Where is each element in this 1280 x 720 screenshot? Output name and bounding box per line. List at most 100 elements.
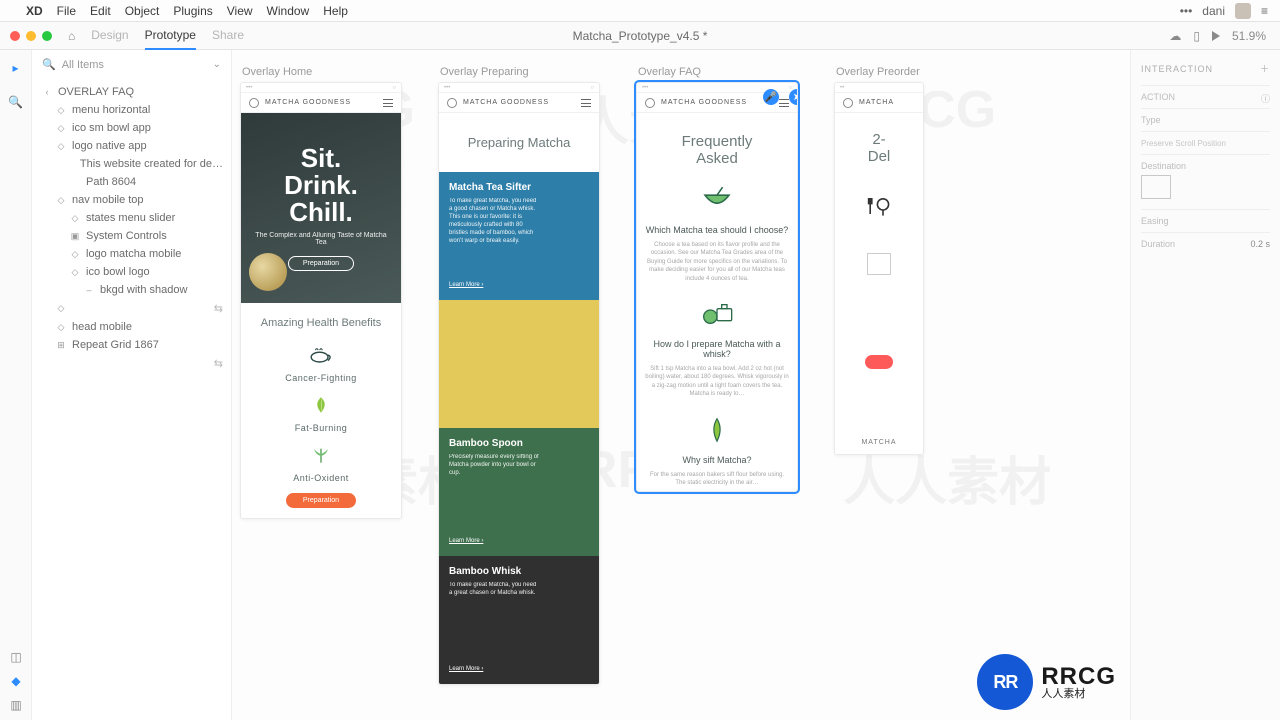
layer-row[interactable]: ◇states menu slider xyxy=(34,209,231,227)
artboard-home[interactable]: Overlay Home •••○ MATCHA GOODNESS Sit.Dr… xyxy=(240,66,402,704)
artboard-label[interactable]: Overlay Preorder xyxy=(836,66,920,78)
faq-item: Why sift Matcha? For the same reason bak… xyxy=(637,403,797,492)
layer-row[interactable]: ◇nav mobile top xyxy=(34,191,231,209)
page-heading: 2-Del xyxy=(835,113,923,171)
artboard-label[interactable]: Overlay FAQ xyxy=(638,66,701,78)
search-icon[interactable]: 🔍 xyxy=(42,58,56,71)
avatar[interactable] xyxy=(1235,3,1251,19)
info-card: Matcha Tea Sifter To make great Matcha, … xyxy=(439,172,599,300)
zoom-tool-icon[interactable]: 🔍 xyxy=(8,94,24,110)
layers-icon[interactable]: ◆ xyxy=(11,674,20,688)
zoom-level[interactable]: 51.9% xyxy=(1232,29,1266,43)
pointer-tool-icon[interactable]: ▸ xyxy=(8,60,24,76)
app-name[interactable]: XD xyxy=(26,4,43,18)
filter-label[interactable]: All Items xyxy=(62,59,104,71)
bottom-cta-button: Preparation xyxy=(286,493,356,508)
brand-text: MATCHA GOODNESS xyxy=(265,99,351,106)
tool-strip: ▸ 🔍 ◫ ◆ ▥ xyxy=(0,50,32,720)
home-icon[interactable]: ⌂ xyxy=(62,29,81,43)
layer-row[interactable]: –bkgd with shadow xyxy=(34,281,231,299)
hamburger-icon xyxy=(779,99,789,107)
traffic-lights[interactable] xyxy=(0,31,62,41)
info-card xyxy=(439,300,599,428)
document-title: Matcha_Prototype_v4.5 * xyxy=(573,29,708,43)
hamburger-icon xyxy=(581,99,591,107)
artboard-preparing[interactable]: Overlay Preparing •••○ MATCHA GOODNESS P… xyxy=(438,66,600,704)
chevron-down-icon[interactable]: ⌄ xyxy=(213,59,221,70)
menu-object[interactable]: Object xyxy=(125,4,160,18)
artboard-label[interactable]: Overlay Preparing xyxy=(440,66,529,78)
tab-design[interactable]: Design xyxy=(91,22,128,50)
menu-window[interactable]: Window xyxy=(267,4,310,18)
canvas[interactable]: RRCG人人素材RRCG人人素材RRCG人人素材 Overlay Home ••… xyxy=(232,50,1130,720)
faq-item: Which Matcha tea should I choose? Choose… xyxy=(637,173,797,287)
layer-row[interactable]: ◇menu horizontal xyxy=(34,101,231,119)
username: dani xyxy=(1202,4,1225,18)
hero-cta-button: Preparation xyxy=(288,256,354,271)
play-icon[interactable] xyxy=(1212,31,1220,41)
layer-row[interactable]: This website created for de… xyxy=(34,155,231,173)
bowl-icon xyxy=(645,98,655,108)
layer-tree[interactable]: ‹OVERLAY FAQ◇menu horizontal◇ico sm bowl… xyxy=(32,79,231,373)
benefit-item: Fat-Burning xyxy=(241,385,401,435)
benefits-heading: Amazing Health Benefits xyxy=(241,303,401,335)
tab-prototype[interactable]: Prototype xyxy=(145,22,196,50)
info-card: Bamboo Whisk To make great Matcha, you n… xyxy=(439,556,599,684)
bowl-icon xyxy=(249,98,259,108)
layer-row[interactable]: Path 8604 xyxy=(34,173,231,191)
layer-row[interactable]: ◇ico sm bowl app xyxy=(34,119,231,137)
libraries-icon[interactable]: ◫ xyxy=(10,650,21,664)
macos-menubar: XD File Edit Object Plugins View Window … xyxy=(0,0,1280,22)
add-interaction-icon[interactable]: ＋ xyxy=(1260,62,1270,75)
artboard-faq[interactable]: Overlay FAQ 🎤 ➤ •••○ MATCHA GOODNESS Fre… xyxy=(636,66,798,704)
brand-text: MATCHA GOODNESS xyxy=(463,99,549,106)
menu-edit[interactable]: Edit xyxy=(90,4,111,18)
info-icon[interactable]: ⓘ xyxy=(1261,92,1270,105)
cloud-icon[interactable]: ☁ xyxy=(1169,29,1181,43)
page-heading: FrequentlyAsked xyxy=(637,113,797,173)
menu-extra-icon[interactable]: ≡ xyxy=(1261,4,1268,18)
layer-row[interactable]: ◇logo matcha mobile xyxy=(34,245,231,263)
layer-row[interactable]: ◇⇆ xyxy=(34,299,231,318)
menu-plugins[interactable]: Plugins xyxy=(173,4,212,18)
layer-row[interactable]: ‹OVERLAY FAQ xyxy=(34,83,231,101)
watermark-logo: RR RRCG人人素材 xyxy=(977,654,1116,710)
page-heading: Preparing Matcha xyxy=(439,113,599,172)
plugins-panel-icon[interactable]: ▥ xyxy=(10,698,21,712)
panel-heading: INTERACTION xyxy=(1141,64,1213,74)
mobile-preview-icon[interactable]: ▯ xyxy=(1193,29,1200,43)
faq-item: How do I prepare Matcha with a whisk? Si… xyxy=(637,287,797,403)
brand-text: MATCHA xyxy=(859,99,894,106)
layers-panel: 🔍 All Items ⌄ ‹OVERLAY FAQ◇menu horizont… xyxy=(32,50,232,720)
layer-row[interactable]: ▣System Controls xyxy=(34,227,231,245)
layer-row[interactable]: ⇆ xyxy=(34,354,231,373)
toggle-icon xyxy=(865,355,893,369)
artboard-label[interactable]: Overlay Home xyxy=(242,66,312,78)
layer-row[interactable]: ⊞Repeat Grid 1867 xyxy=(34,336,231,354)
menu-help[interactable]: Help xyxy=(323,4,348,18)
flow-handle-icon[interactable]: ➤ xyxy=(789,89,798,105)
close-dot[interactable] xyxy=(10,31,20,41)
interaction-panel: INTERACTION＋ ACTION ⓘ Type Preserve Scro… xyxy=(1130,50,1280,720)
min-dot[interactable] xyxy=(26,31,36,41)
cutlery-icon xyxy=(835,171,923,223)
tab-share[interactable]: Share xyxy=(212,22,244,50)
bowl-icon xyxy=(843,98,853,108)
voice-trigger-icon[interactable]: 🎤 xyxy=(763,89,779,105)
menu-view[interactable]: View xyxy=(227,4,253,18)
brand-text: MATCHA GOODNESS xyxy=(661,99,747,106)
destination-thumb[interactable] xyxy=(1141,175,1171,199)
artboard-preorder[interactable]: Overlay Preorder •• MATCHA 2-Del MATCHA xyxy=(834,66,924,704)
max-dot[interactable] xyxy=(42,31,52,41)
bowl-icon xyxy=(447,98,457,108)
hamburger-icon xyxy=(383,99,393,107)
layer-row[interactable]: ◇head mobile xyxy=(34,318,231,336)
layer-row[interactable]: ◇ico bowl logo xyxy=(34,263,231,281)
layer-row[interactable]: ◇logo native app xyxy=(34,137,231,155)
benefit-item: Anti-Oxident xyxy=(241,435,401,485)
more-icon[interactable]: ••• xyxy=(1180,4,1193,18)
info-card: Bamboo Spoon Precisely measure every sif… xyxy=(439,428,599,556)
menu-file[interactable]: File xyxy=(57,4,76,18)
hero: Sit.Drink.Chill. The Complex and Allurin… xyxy=(241,113,401,303)
app-toolbar: ⌂ Design Prototype Share Matcha_Prototyp… xyxy=(0,22,1280,50)
